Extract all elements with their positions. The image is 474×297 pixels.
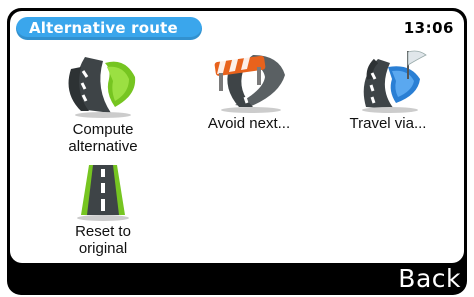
straight-road-icon [77, 165, 129, 221]
compute-alternative-button[interactable]: Compute alternative [28, 49, 178, 155]
page-title: Alternative route [16, 17, 202, 40]
avoid-next-label: Avoid next... [207, 115, 291, 132]
reset-to-original-label: Reset to original [75, 223, 131, 257]
avoid-next-button[interactable]: Avoid next... [174, 49, 324, 132]
road-block-icon [214, 53, 285, 113]
travel-via-flag-icon [362, 50, 427, 113]
travel-via-label: Travel via... [349, 115, 427, 132]
travel-via-button[interactable]: Travel via... [313, 49, 463, 132]
device-screen: Alternative route 13:06 Compute alternat… [7, 8, 467, 295]
clock: 13:06 [403, 19, 454, 37]
back-button[interactable]: Back [398, 264, 461, 293]
compute-alternative-road-icon [68, 57, 136, 118]
compute-alternative-label: Compute alternative [68, 121, 138, 155]
menu-panel: Alternative route 13:06 Compute alternat… [10, 11, 464, 263]
reset-to-original-button[interactable]: Reset to original [28, 163, 178, 257]
